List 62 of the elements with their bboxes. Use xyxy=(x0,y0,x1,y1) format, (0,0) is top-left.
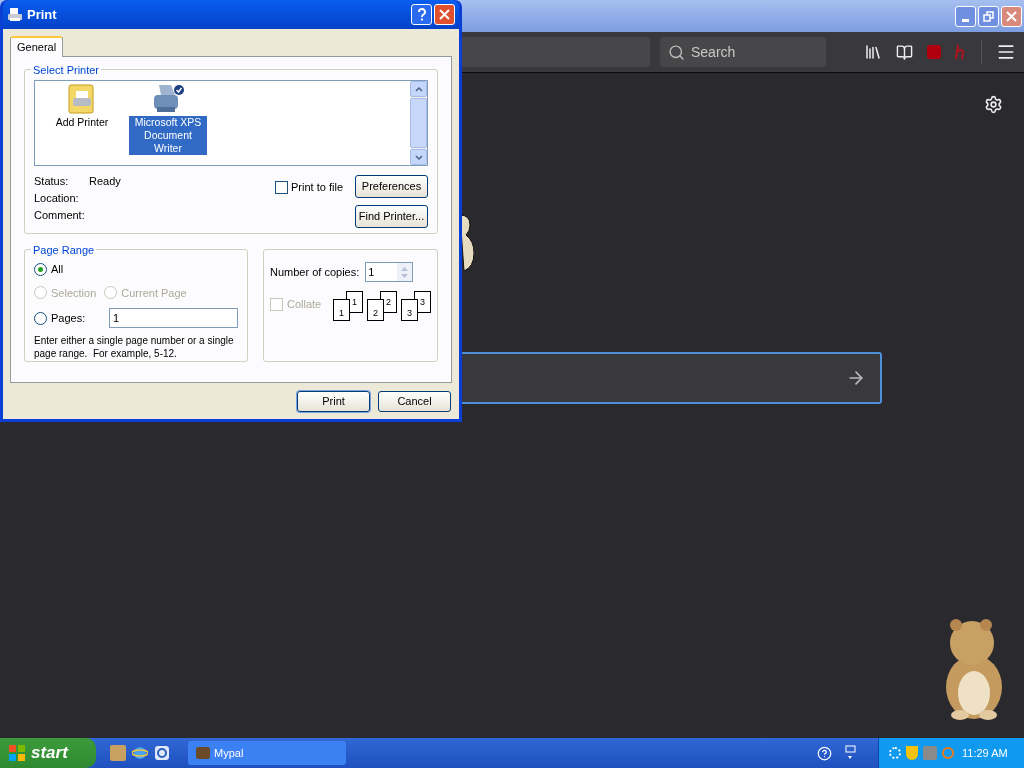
dialog-button[interactable]: Find Printer... xyxy=(355,205,428,228)
printer-item[interactable]: Microsoft XPS Document Writer xyxy=(129,83,207,155)
help-icon[interactable] xyxy=(817,745,832,761)
pages-field[interactable]: 1 xyxy=(109,308,238,328)
dialog-button[interactable]: Preferences xyxy=(355,175,428,198)
radio-label: Current Page xyxy=(121,285,187,301)
scroll-up-icon[interactable] xyxy=(410,81,427,97)
dialog-button[interactable]: Cancel xyxy=(378,391,451,412)
location-label: Location: xyxy=(34,192,80,205)
printer-name: Add Printer xyxy=(54,116,110,129)
windows-flag-icon xyxy=(8,744,26,762)
comment-label: Comment: xyxy=(34,209,86,222)
checkbox-label: Print to file xyxy=(291,180,343,195)
tab[interactable]: General xyxy=(10,36,64,57)
restore-button[interactable] xyxy=(978,5,999,27)
status-value: Ready xyxy=(89,175,121,188)
radio-label: Selection xyxy=(51,285,97,301)
copies-label: Number of copies: xyxy=(270,264,360,280)
menu-icon[interactable] xyxy=(996,42,1016,62)
question-icon xyxy=(416,8,427,21)
status-label: Status: xyxy=(34,175,70,188)
close-icon xyxy=(1006,10,1017,22)
settings-icon[interactable] xyxy=(984,95,1003,114)
radio-button[interactable] xyxy=(34,262,47,276)
help-button[interactable] xyxy=(411,4,432,25)
start-button[interactable]: start xyxy=(0,738,96,768)
close-button[interactable] xyxy=(1001,5,1022,27)
copies-spinner[interactable]: 1 xyxy=(365,262,414,282)
letter-mark-icon[interactable] xyxy=(955,44,967,60)
library-icon[interactable] xyxy=(864,43,882,61)
page-sheet: 3 xyxy=(401,299,418,321)
spinner-arrows-icon[interactable] xyxy=(397,263,413,281)
close-button[interactable] xyxy=(434,4,455,25)
taskbar-task[interactable]: Mypal xyxy=(188,741,346,765)
clock: 11:29 AM xyxy=(962,745,1008,761)
search-field[interactable]: Search xyxy=(660,37,826,67)
scroll-down-icon[interactable] xyxy=(410,149,427,165)
dialog-button[interactable]: Print xyxy=(297,391,370,412)
checkbox-label: Collate xyxy=(287,297,322,312)
scrollbar[interactable] xyxy=(410,81,427,165)
network-icon[interactable] xyxy=(889,747,901,759)
sidebar-icon[interactable] xyxy=(896,43,913,61)
window-title: Print xyxy=(27,5,58,24)
page-sheet: 1 xyxy=(333,299,350,321)
copies-value: 1 xyxy=(367,265,376,280)
minimize-button[interactable] xyxy=(955,5,976,27)
desktop-icon[interactable] xyxy=(844,745,856,761)
page-sheet: 2 xyxy=(367,299,384,321)
close-icon xyxy=(439,9,450,20)
printer-icon xyxy=(7,6,23,23)
radio-button[interactable] xyxy=(34,311,47,325)
globe-icon[interactable] xyxy=(132,745,148,761)
printer-name: Microsoft XPS Document Writer xyxy=(129,116,207,155)
radio-label: All xyxy=(51,262,64,277)
checkbox[interactable] xyxy=(275,180,289,194)
printer-item[interactable]: Add Printer xyxy=(43,83,121,129)
radio-label: Pages: xyxy=(51,310,86,326)
scroll-thumb[interactable] xyxy=(410,98,427,148)
printer-icon xyxy=(151,83,185,115)
hint-text: Enter either a single page number or a single page range. For example, 5-12. xyxy=(34,334,235,360)
search-placeholder: Search xyxy=(691,42,736,62)
restore-icon xyxy=(983,10,994,22)
